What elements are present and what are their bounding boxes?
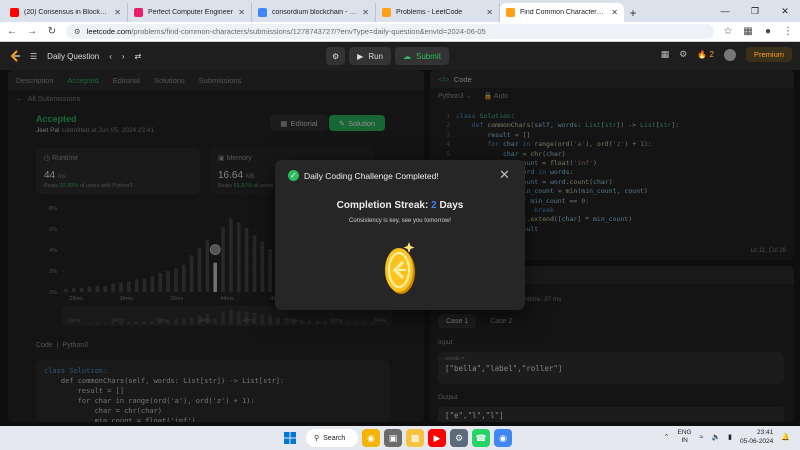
extensions-icon[interactable]: ▦ bbox=[742, 26, 754, 37]
premium-button[interactable]: Premium bbox=[745, 47, 792, 62]
clock[interactable]: 23:41 05-06-2024 bbox=[740, 428, 773, 446]
browser-tab[interactable]: Find Common Characters - Leet ✕ bbox=[500, 3, 624, 22]
whatsapp-app-icon[interactable]: ☎ bbox=[472, 429, 490, 447]
system-tray: ⌃ ENG IN ≈ 🔈 ▮ 23:41 05-06-2024 🔔 bbox=[664, 428, 790, 446]
language-indicator[interactable]: ENG IN bbox=[678, 429, 692, 445]
tab-favicon-icon bbox=[134, 8, 143, 17]
daily-question-title[interactable]: Daily Question bbox=[47, 52, 99, 61]
chrome-profile-app-icon[interactable]: ◉ bbox=[494, 429, 512, 447]
tab-title: Find Common Characters - Leet bbox=[520, 9, 606, 16]
challenge-completed-modal: ✓ Daily Coding Challenge Completed! ✕ Co… bbox=[275, 160, 525, 310]
volume-icon[interactable]: 🔈 bbox=[711, 433, 720, 441]
problem-list-icon[interactable]: ☰ bbox=[30, 52, 37, 61]
browser-menu-icon[interactable]: ⋮ bbox=[782, 26, 794, 37]
taskbar-apps: ◉ ▣ ▩ ▶ ⚙ ☎ ◉ bbox=[362, 429, 512, 447]
close-window-icon[interactable]: ✕ bbox=[770, 0, 800, 22]
notification-bell-icon[interactable]: 🔔 bbox=[781, 433, 790, 441]
tab-favicon-icon bbox=[10, 8, 19, 17]
bookmark-star-icon[interactable]: ☆ bbox=[722, 26, 734, 37]
tab-title: consordium blockchain - Google bbox=[272, 9, 357, 16]
close-modal-icon[interactable]: ✕ bbox=[499, 167, 510, 183]
profile-avatar-icon[interactable]: ● bbox=[762, 26, 774, 37]
tab-favicon-icon bbox=[258, 8, 267, 17]
tab-favicon-icon bbox=[506, 8, 515, 17]
tab-close-icon[interactable]: ✕ bbox=[486, 8, 493, 17]
run-button[interactable]: ▶ Run bbox=[349, 47, 392, 65]
minimize-icon[interactable]: — bbox=[710, 0, 740, 22]
back-icon[interactable]: ← bbox=[6, 26, 18, 37]
windows-start-icon[interactable] bbox=[284, 432, 296, 444]
maximize-icon[interactable]: ❐ bbox=[740, 0, 770, 22]
tab-title: Perfect Computer Engineer bbox=[148, 9, 233, 16]
screen: (20) Consensus in Blockchain Te✕Perfect … bbox=[0, 0, 800, 450]
run-label: Run bbox=[368, 51, 384, 61]
settings-app-icon[interactable]: ⚙ bbox=[450, 429, 468, 447]
modal-title: Daily Coding Challenge Completed! bbox=[304, 171, 439, 181]
forward-icon[interactable]: → bbox=[26, 26, 38, 37]
reload-icon[interactable]: ↻ bbox=[46, 26, 58, 37]
leetcode-logo-icon[interactable] bbox=[8, 49, 22, 63]
modal-subtitle: Consistency is key, see you tomorrow! bbox=[349, 218, 451, 224]
tab-close-icon[interactable]: ✕ bbox=[611, 8, 618, 17]
shuffle-icon[interactable]: ⇄ bbox=[135, 52, 142, 61]
site-info-icon[interactable]: ⚙ bbox=[74, 27, 81, 36]
tab-close-icon[interactable]: ✕ bbox=[362, 8, 369, 17]
address-bar-row: ← → ↻ ⚙ leetcode.com/problems/find-commo… bbox=[0, 22, 800, 42]
completion-streak: Completion Streak: 2 Days bbox=[336, 200, 464, 211]
submit-label: Submit bbox=[416, 51, 441, 61]
new-tab-button[interactable]: + bbox=[624, 3, 642, 22]
windows-taskbar: ⚲ Search ◉ ▣ ▩ ▶ ⚙ ☎ ◉ ⌃ ENG IN ≈ 🔈 ▮ 23:4… bbox=[0, 426, 800, 450]
tab-favicon-icon bbox=[382, 8, 391, 17]
url-input[interactable]: ⚙ leetcode.com/problems/find-common-char… bbox=[66, 24, 714, 39]
tab-title: (20) Consensus in Blockchain Te bbox=[24, 9, 109, 16]
streak-days-number: 2 bbox=[431, 200, 437, 211]
window-controls: — ❐ ✕ bbox=[710, 0, 800, 22]
debug-button[interactable]: ⚙ bbox=[326, 47, 346, 65]
check-circle-icon: ✓ bbox=[288, 170, 299, 181]
streak-count: 2 bbox=[709, 50, 714, 59]
tab-close-icon[interactable]: ✕ bbox=[238, 8, 245, 17]
tab-title: Problems - LeetCode bbox=[396, 9, 463, 16]
prev-problem-icon[interactable]: ‹ bbox=[109, 52, 112, 61]
youtube-app-icon[interactable]: ▶ bbox=[428, 429, 446, 447]
browser-tab-strip: (20) Consensus in Blockchain Te✕Perfect … bbox=[0, 0, 800, 22]
wifi-icon[interactable]: ≈ bbox=[700, 434, 704, 441]
browser-tab[interactable]: Perfect Computer Engineer ✕ bbox=[128, 3, 252, 22]
layout-icon[interactable]: ▦ bbox=[661, 49, 670, 60]
user-avatar[interactable] bbox=[723, 48, 736, 61]
upload-icon: ☁ bbox=[403, 51, 412, 61]
url-path: /problems/find-common-characters/submiss… bbox=[131, 27, 486, 36]
browser-tab[interactable]: (20) Consensus in Blockchain Te ✕ bbox=[4, 3, 128, 22]
browser-tab[interactable]: consordium blockchain - Google ✕ bbox=[252, 3, 376, 22]
url-host: leetcode.com bbox=[86, 27, 132, 36]
submit-button[interactable]: ☁ Submit bbox=[395, 47, 449, 65]
search-label: Search bbox=[323, 434, 346, 442]
chrome-app-icon[interactable]: ◉ bbox=[362, 429, 380, 447]
taskbar-search[interactable]: ⚲ Search bbox=[306, 429, 358, 447]
battery-icon[interactable]: ▮ bbox=[728, 433, 732, 441]
show-hidden-icons[interactable]: ⌃ bbox=[664, 433, 670, 441]
browser-tab[interactable]: Problems - LeetCode ✕ bbox=[376, 3, 500, 22]
task-view-icon[interactable]: ▣ bbox=[384, 429, 402, 447]
streak-counter[interactable]: 🔥 2 bbox=[697, 50, 714, 59]
tab-close-icon[interactable]: ✕ bbox=[114, 8, 121, 17]
gold-coin-icon bbox=[385, 242, 415, 294]
leetcode-topbar: ☰ Daily Question ‹ › ⇄ ⚙ ▶ Run ☁ Submit ▦ … bbox=[0, 42, 800, 70]
search-icon: ⚲ bbox=[314, 435, 320, 442]
settings-icon[interactable]: ⚙ bbox=[679, 49, 687, 60]
next-problem-icon[interactable]: › bbox=[122, 52, 125, 61]
play-icon: ▶ bbox=[357, 51, 364, 61]
file-explorer-icon[interactable]: ▩ bbox=[406, 429, 424, 447]
